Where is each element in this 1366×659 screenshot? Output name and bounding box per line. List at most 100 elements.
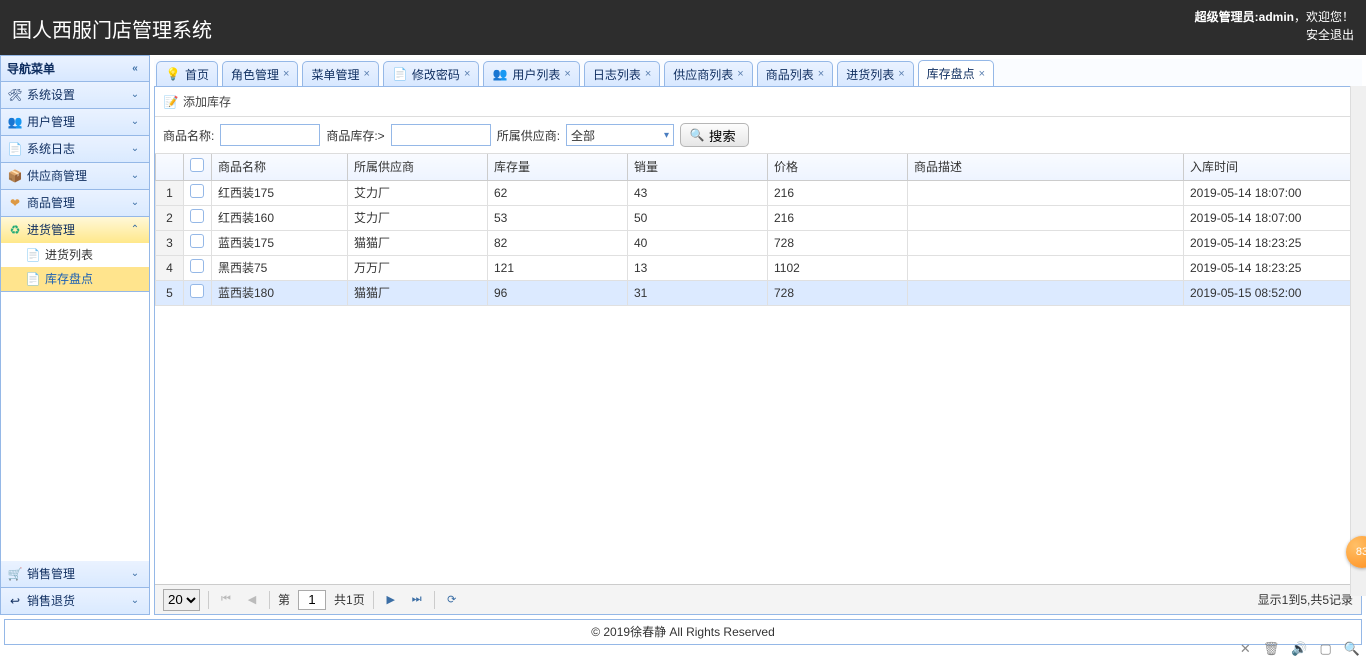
first-page-button[interactable]: ⏮ bbox=[217, 591, 235, 609]
col-name[interactable]: 商品名称 bbox=[212, 154, 348, 180]
app-header: 国人西服门店管理系统 超级管理员:admin，欢迎您！ 安全退出 bbox=[0, 0, 1366, 55]
col-price[interactable]: 价格 bbox=[768, 154, 908, 180]
col-check[interactable] bbox=[184, 154, 212, 180]
role-label: 超级管理员: bbox=[1195, 10, 1259, 24]
box-icon: 📦 bbox=[7, 168, 23, 184]
tree-item-inventory-check[interactable]: 📄 库存盘点 bbox=[1, 267, 149, 291]
prev-page-button[interactable]: ◀ bbox=[243, 591, 261, 609]
col-supplier[interactable]: 所属供应商 bbox=[348, 154, 488, 180]
sidebar-item-supplier-mgmt[interactable]: 📦供应商管理 ⌄ bbox=[1, 163, 149, 189]
product-name-input[interactable] bbox=[220, 124, 320, 146]
col-stock[interactable]: 库存量 bbox=[488, 154, 628, 180]
col-time[interactable]: 入库时间 bbox=[1184, 154, 1361, 180]
supplier-cell: 艾力厂 bbox=[348, 180, 488, 205]
close-icon[interactable]: × bbox=[283, 68, 289, 80]
check-cell[interactable] bbox=[184, 230, 212, 255]
search-button[interactable]: 🔍 搜索 bbox=[680, 123, 749, 147]
page-input[interactable] bbox=[298, 590, 326, 610]
close-icon[interactable]: × bbox=[464, 68, 470, 80]
sidebar-item-system-log[interactable]: 📄系统日志 ⌄ bbox=[1, 136, 149, 162]
close-icon[interactable]: × bbox=[979, 68, 985, 80]
logout-link[interactable]: 安全退出 bbox=[1306, 28, 1354, 42]
supplier-label: 所属供应商: bbox=[497, 127, 560, 144]
col-sales[interactable]: 销量 bbox=[628, 154, 768, 180]
supplier-combo[interactable]: 全部 ▾ bbox=[566, 124, 674, 146]
next-page-button[interactable]: ▶ bbox=[382, 591, 400, 609]
check-cell[interactable] bbox=[184, 280, 212, 305]
rownum-cell: 4 bbox=[156, 255, 184, 280]
stock-cell: 62 bbox=[488, 180, 628, 205]
grid-header-row: 商品名称 所属供应商 库存量 销量 价格 商品描述 入库时间 bbox=[156, 154, 1361, 180]
check-cell[interactable] bbox=[184, 205, 212, 230]
return-icon: ↩ bbox=[7, 593, 23, 609]
stock-input[interactable] bbox=[391, 124, 491, 146]
table-row[interactable]: 5蓝西装180猫猫厂96317282019-05-15 08:52:00 bbox=[156, 280, 1361, 305]
sidebar-submenu: 📄 进货列表 📄 库存盘点 bbox=[1, 243, 149, 291]
add-stock-button[interactable]: 📝 添加库存 bbox=[163, 93, 231, 110]
expand-icon: ⌄ bbox=[127, 114, 143, 130]
toolbar: 📝 添加库存 bbox=[155, 87, 1361, 117]
sidebar-item-system-settings[interactable]: 🛠系统设置 ⌄ bbox=[1, 82, 149, 108]
last-page-button[interactable]: ⏭ bbox=[408, 591, 426, 609]
row-checkbox[interactable] bbox=[190, 184, 204, 198]
check-cell[interactable] bbox=[184, 255, 212, 280]
close-icon[interactable]: × bbox=[898, 68, 904, 80]
table-row[interactable]: 4黑西装75万万厂1211311022019-05-14 18:23:25 bbox=[156, 255, 1361, 280]
table-row[interactable]: 2红西装160艾力厂53502162019-05-14 18:07:00 bbox=[156, 205, 1361, 230]
col-desc[interactable]: 商品描述 bbox=[908, 154, 1184, 180]
sidebar-item-product-mgmt[interactable]: ❤商品管理 ⌄ bbox=[1, 190, 149, 216]
collapse-up-icon: ⌃ bbox=[127, 222, 143, 238]
refresh-button[interactable]: ⟳ bbox=[443, 591, 461, 609]
close-icon[interactable]: × bbox=[564, 68, 570, 80]
tree-item-purchase-list[interactable]: 📄 进货列表 bbox=[1, 243, 149, 267]
sidebar-item-sales-return[interactable]: ↩销售退货 ⌄ bbox=[1, 588, 149, 614]
time-cell: 2019-05-14 18:07:00 bbox=[1184, 205, 1361, 230]
tab-supplier-list[interactable]: 供应商列表× bbox=[664, 61, 752, 86]
tab-change-password[interactable]: 📄修改密码× bbox=[383, 61, 479, 86]
time-cell: 2019-05-14 18:23:25 bbox=[1184, 230, 1361, 255]
close-icon[interactable]: × bbox=[645, 68, 651, 80]
rownum-cell: 2 bbox=[156, 205, 184, 230]
doc-icon: 📄 bbox=[25, 271, 41, 287]
tab-log-list[interactable]: 日志列表 × bbox=[584, 61, 660, 86]
name-cell: 蓝西装180 bbox=[212, 280, 348, 305]
refresh-icon: ♻ bbox=[7, 222, 23, 238]
time-cell: 2019-05-14 18:23:25 bbox=[1184, 255, 1361, 280]
page-size-select[interactable]: 20 bbox=[163, 589, 200, 611]
rownum-cell: 1 bbox=[156, 180, 184, 205]
sidebar-item-user-mgmt[interactable]: 👥用户管理 ⌄ bbox=[1, 109, 149, 135]
tab-label: 日志列表 bbox=[593, 66, 641, 83]
table-row[interactable]: 3蓝西装175猫猫厂82407282019-05-14 18:23:25 bbox=[156, 230, 1361, 255]
sales-cell: 50 bbox=[628, 205, 768, 230]
row-checkbox[interactable] bbox=[190, 234, 204, 248]
table-row[interactable]: 1红西装175艾力厂62432162019-05-14 18:07:00 bbox=[156, 180, 1361, 205]
stock-cell: 121 bbox=[488, 255, 628, 280]
close-icon[interactable]: × bbox=[818, 68, 824, 80]
sidebar-item-sales-mgmt[interactable]: 🛒销售管理 ⌄ bbox=[1, 561, 149, 587]
users-icon: 👥 bbox=[7, 114, 23, 130]
row-checkbox[interactable] bbox=[190, 284, 204, 298]
tab-label: 首页 bbox=[185, 66, 209, 83]
name-cell: 红西装160 bbox=[212, 205, 348, 230]
page-prefix: 第 bbox=[278, 591, 290, 608]
close-icon[interactable]: × bbox=[363, 68, 369, 80]
tab-inventory-check[interactable]: 库存盘点× bbox=[918, 60, 994, 86]
expand-icon: ⌄ bbox=[127, 168, 143, 184]
row-checkbox[interactable] bbox=[190, 259, 204, 273]
checkbox-all[interactable] bbox=[190, 158, 204, 172]
row-checkbox[interactable] bbox=[190, 209, 204, 223]
check-cell[interactable] bbox=[184, 180, 212, 205]
button-label: 搜索 bbox=[709, 126, 736, 145]
scrollbar[interactable] bbox=[1350, 86, 1366, 596]
close-icon[interactable]: × bbox=[737, 68, 743, 80]
tab-role-mgmt[interactable]: 角色管理× bbox=[222, 61, 298, 86]
tab-purchase-list[interactable]: 进货列表× bbox=[837, 61, 913, 86]
tab-product-list[interactable]: 商品列表× bbox=[757, 61, 833, 86]
sales-cell: 31 bbox=[628, 280, 768, 305]
doc-icon: 📄 bbox=[25, 247, 41, 263]
sidebar-item-purchase-mgmt[interactable]: ♻进货管理 ⌃ bbox=[1, 217, 149, 243]
sidebar-collapse-icon[interactable]: « bbox=[127, 61, 143, 77]
tab-user-list[interactable]: 👥用户列表× bbox=[483, 61, 579, 86]
tab-menu-mgmt[interactable]: 菜单管理× bbox=[302, 61, 378, 86]
tab-home[interactable]: 💡首页 bbox=[156, 61, 218, 86]
